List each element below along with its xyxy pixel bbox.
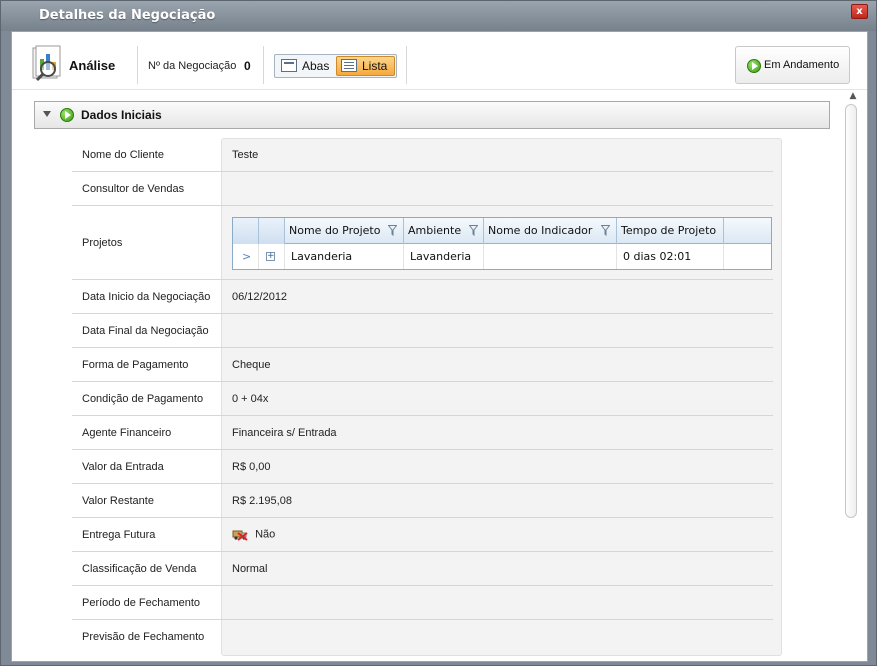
tabs-view-icon — [281, 59, 297, 72]
status-label: Em Andamento — [764, 59, 840, 71]
list-view-icon — [341, 59, 357, 72]
toolbar-divider — [263, 46, 264, 84]
field-label: Projetos — [82, 237, 123, 249]
window-titlebar[interactable]: Detalhes da Negociação x — [1, 1, 876, 31]
row-expand-cell[interactable]: + — [259, 244, 285, 269]
field-row-agente-financeiro: Agente Financeiro Financeira s/ Entrada — [72, 416, 773, 450]
field-label: Período de Fechamento — [82, 597, 201, 609]
field-value: Normal — [232, 563, 268, 575]
grid-header: Nome do Projeto Ambiente Nome do Indicad… — [233, 218, 771, 244]
column-header-nome-projeto[interactable]: Nome do Projeto — [285, 218, 404, 244]
column-header-label: Ambiente — [408, 224, 462, 237]
filter-icon[interactable] — [601, 225, 610, 236]
column-header-nome-indicador[interactable]: Nome do Indicador — [484, 218, 617, 244]
section-title: Dados Iniciais — [81, 108, 162, 122]
field-value: Teste — [232, 149, 259, 161]
analise-label[interactable]: Análise — [69, 58, 115, 73]
row-indicator-icon: > — [233, 244, 259, 269]
section-play-icon — [60, 108, 74, 122]
column-header-label: Nome do Projeto — [289, 224, 381, 237]
vertical-scrollbar[interactable] — [844, 104, 858, 661]
field-value: Cheque — [232, 359, 271, 371]
table-cell: Lavanderia — [285, 244, 404, 269]
field-value: 0 + 04x — [232, 393, 269, 405]
table-cell: 0 dias 02:01 — [617, 244, 724, 269]
field-value: R$ 0,00 — [232, 461, 271, 473]
column-header-ambiente[interactable]: Ambiente — [404, 218, 484, 244]
view-tabs-label: Abas — [302, 59, 330, 73]
grid-header-cell — [259, 218, 285, 244]
field-row-data-inicio: Data Inicio da Negociação 06/12/2012 — [72, 280, 773, 314]
table-cell-filler — [724, 244, 771, 269]
expand-plus-icon[interactable]: + — [266, 252, 275, 261]
toolbar-divider — [137, 46, 138, 84]
table-row[interactable]: > + Lavanderia Lavanderia 0 dias 02:01 — [233, 244, 771, 269]
field-label: Valor Restante — [82, 495, 154, 507]
field-row-valor-entrada: Valor da Entrada R$ 0,00 — [72, 450, 773, 484]
toolbar: Análise Nº da Negociação 0 Abas Lista Em… — [12, 32, 867, 90]
field-row-consultor: Consultor de Vendas — [72, 172, 773, 206]
scrollbar-thumb[interactable] — [845, 104, 857, 518]
table-cell — [484, 244, 617, 269]
field-value: Financeira s/ Entrada — [232, 427, 337, 439]
section-header-dados-iniciais[interactable]: Dados Iniciais — [34, 101, 830, 129]
field-label: Previsão de Fechamento — [82, 631, 205, 643]
field-row-entrega-futura: Entrega Futura Não — [72, 518, 773, 552]
window-title: Detalhes da Negociação — [39, 8, 216, 23]
filter-icon[interactable] — [388, 225, 397, 236]
field-label: Nome do Cliente — [82, 149, 164, 161]
field-row-previsao-fechamento: Previsão de Fechamento — [72, 620, 773, 654]
field-value: 06/12/2012 — [232, 291, 288, 303]
field-row-forma-pagamento: Forma de Pagamento Cheque — [72, 348, 773, 382]
view-list-label: Lista — [362, 59, 388, 73]
grid-header-cell — [233, 218, 259, 244]
field-label: Data Final da Negociação — [82, 325, 209, 337]
field-row-classificacao-venda: Classificação de Venda Normal — [72, 552, 773, 586]
negotiation-number-label: Nº da Negociação — [148, 60, 237, 72]
field-label: Classificação de Venda — [82, 563, 197, 575]
column-header-tempo-projeto[interactable]: Tempo de Projeto — [617, 218, 724, 244]
field-label: Agente Financeiro — [82, 427, 172, 439]
negotiation-number-value: 0 — [244, 59, 251, 73]
scroll-up-arrow-icon[interactable]: ▲ — [846, 90, 860, 102]
field-row-nome-cliente: Nome do Cliente Teste — [72, 138, 773, 172]
status-button[interactable]: Em Andamento — [735, 46, 850, 84]
column-header-label: Tempo de Projeto — [621, 224, 717, 237]
grid-header-filler — [724, 218, 771, 244]
field-label: Data Inicio da Negociação — [82, 291, 211, 303]
view-mode-toggle: Abas Lista — [274, 54, 397, 78]
view-tabs-button[interactable]: Abas — [277, 57, 334, 75]
field-value: R$ 2.195,08 — [232, 495, 292, 507]
field-value-with-icon: Não — [232, 528, 275, 541]
field-row-condicao-pagamento: Condição de Pagamento 0 + 04x — [72, 382, 773, 416]
toolbar-divider — [406, 46, 407, 84]
field-label: Consultor de Vendas — [82, 183, 185, 195]
window-content: Análise Nº da Negociação 0 Abas Lista Em… — [11, 31, 868, 662]
projects-grid: Nome do Projeto Ambiente Nome do Indicad… — [232, 217, 772, 270]
analysis-chart-icon — [32, 45, 61, 82]
play-status-icon — [747, 59, 761, 73]
view-list-button[interactable]: Lista — [336, 56, 395, 76]
table-cell: Lavanderia — [404, 244, 484, 269]
field-label: Valor da Entrada — [82, 461, 164, 473]
field-label: Forma de Pagamento — [82, 359, 189, 371]
field-label: Condição de Pagamento — [82, 393, 204, 405]
field-row-valor-restante: Valor Restante R$ 2.195,08 — [72, 484, 773, 518]
column-header-label: Nome do Indicador — [488, 224, 593, 237]
negotiation-details-window: Detalhes da Negociação x Análise Nº da N… — [0, 0, 877, 666]
field-row-data-final: Data Final da Negociação — [72, 314, 773, 348]
field-row-periodo-fechamento: Período de Fechamento — [72, 586, 773, 620]
filter-icon[interactable] — [469, 225, 478, 236]
field-value: Não — [255, 528, 276, 541]
truck-no-icon — [232, 530, 248, 541]
close-button[interactable]: x — [851, 4, 868, 19]
field-label: Entrega Futura — [82, 529, 156, 541]
collapse-arrow-icon[interactable] — [43, 111, 51, 117]
